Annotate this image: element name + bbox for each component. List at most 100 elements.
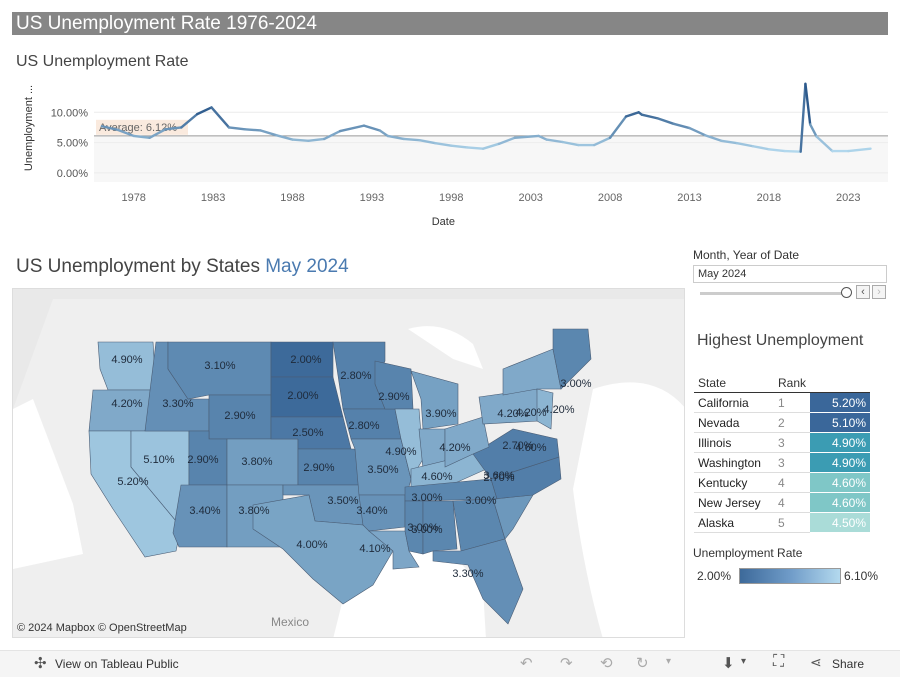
line-segment[interactable] [656,117,675,126]
state-value-label: 4.90% [111,354,142,366]
x-tick-label: 1998 [439,192,463,204]
y-tick-label: 0.00% [57,168,88,180]
state-value-label: 2.00% [287,390,318,402]
line-segment[interactable] [804,82,812,126]
line-segment[interactable] [362,124,382,132]
line-segment[interactable] [196,106,213,116]
ranking-rank: 3 [774,432,811,453]
state-wa[interactable] [97,341,157,391]
line-segment[interactable] [402,137,421,142]
state-value-label: 2.50% [292,427,323,439]
ranking-value: 4.90% [810,432,871,453]
y-tick-label: 10.00% [51,107,89,119]
x-tick-label: 2023 [836,192,860,204]
refresh-icon[interactable]: ↻ [636,654,649,672]
chevron-right-icon[interactable]: › [872,285,886,299]
us-state-map[interactable]: 4.90% 4.20% 5.20% 5.10% 3.30% 3.10% 2.90% 2.90%… [12,288,685,638]
state-value-label: 3.40% [189,505,220,517]
line-segment[interactable] [227,126,247,131]
state-value-label: 5.20% [117,476,148,488]
state-value-label: 4.60% [421,471,452,483]
line-segment[interactable] [624,111,640,118]
line-segment[interactable] [783,149,802,153]
ranking-rank: 5 [774,512,811,533]
line-segment[interactable] [640,113,659,120]
ranking-value: 5.20% [810,392,871,413]
x-tick-label: 2008 [598,192,622,204]
download-icon[interactable]: ⬇ [722,654,735,672]
mexico-label: Mexico [271,615,310,629]
ranking-row[interactable]: New Jersey 4 4.60% [694,492,871,513]
state-value-label: 5.10% [143,454,174,466]
ranking-value: 4.90% [810,452,871,473]
state-value-label: 4.60% [515,442,546,454]
ranking-row[interactable]: Illinois 3 4.90% [694,432,871,453]
line-segment[interactable] [338,124,366,133]
state-value-label: 3.90% [425,408,456,420]
state-value-label: 4.20% [439,442,470,454]
ranking-rank: 3 [774,452,811,473]
state-value-label: 3.30% [162,398,193,410]
line-segment[interactable] [259,129,278,137]
state-value-label: 3.00% [465,495,496,507]
state-value-label: 2.80% [340,370,371,382]
line-segment[interactable] [243,128,262,132]
x-tick-label: 1978 [121,192,145,204]
ranking-rank: 1 [774,392,811,413]
share-button[interactable]: Share [832,657,864,671]
unemployment-line-chart[interactable]: 0.00% 5.00% 10.00% 1978 1983 1988 1993 1998 2003… [12,72,890,232]
x-tick-label: 1983 [201,192,225,204]
date-slider-track[interactable] [700,292,846,295]
ranking-state: Illinois [694,432,774,453]
revert-icon[interactable]: ⟲ [600,654,613,672]
download-dropdown-icon[interactable]: ▾ [741,656,746,667]
state-value-label: 4.20% [543,404,574,416]
line-segment[interactable] [465,146,485,150]
line-segment[interactable] [378,129,389,138]
state-value-label: 3.00% [560,378,591,390]
date-slider-handle[interactable] [841,287,852,298]
line-segment[interactable] [672,122,691,130]
tableau-footer: ✣ View on Tableau Public ↶ ↷ ⟲ ↻ ▾ ⬇ ▾ ⛶… [0,650,900,677]
undo-icon[interactable]: ↶ [520,654,533,672]
ranking-state: Nevada [694,412,774,433]
ranking-value: 5.10% [810,412,871,433]
state-value-label: 4.90% [385,446,416,458]
chevron-left-icon[interactable]: ‹ [856,285,870,299]
ranking-row[interactable]: California 1 5.20% [694,392,871,413]
x-tick-label: 2003 [518,192,542,204]
line-segment[interactable] [210,106,231,129]
ranking-row[interactable]: Nevada 2 5.10% [694,412,871,433]
tableau-logo-icon: ✣ [34,655,47,672]
ranking-state: Washington [694,452,774,473]
map-credits[interactable]: © 2024 Mapbox © OpenStreetMap [17,622,187,634]
line-segment[interactable] [808,123,818,138]
ranking-value: 4.60% [810,472,871,493]
line-segment[interactable] [608,115,628,139]
state-value-label: 3.80% [238,505,269,517]
ranking-value: 4.60% [810,492,871,513]
legend-title: Unemployment Rate [693,546,803,560]
date-filter-dropdown[interactable]: May 2024 [693,265,887,283]
highest-unemployment-title: Highest Unemployment [697,332,864,349]
ranking-row[interactable]: Washington 3 4.90% [694,452,871,473]
ranking-row[interactable]: Kentucky 4 4.60% [694,472,871,493]
share-icon[interactable]: ⋖ [810,654,822,671]
state-value-label: 3.30% [452,568,483,580]
line-segment[interactable] [291,138,310,142]
pause-dropdown-icon[interactable]: ▾ [666,656,671,667]
ranking-state: California [694,392,774,413]
ranking-row[interactable]: Alaska 5 4.50% [694,512,871,533]
redo-icon[interactable]: ↷ [560,654,573,672]
fullscreen-icon[interactable]: ⛶ [773,653,784,671]
line-segment[interactable] [688,126,707,137]
ranking-rank: 4 [774,492,811,513]
ranking-state: New Jersey [694,492,774,513]
map-svg[interactable]: 4.90% 4.20% 5.20% 5.10% 3.30% 3.10% 2.90% 2.90%… [13,289,685,638]
state-value-label: 4.10% [359,543,390,555]
ranking-rank: 2 [774,412,811,433]
ranking-rank: 4 [774,472,811,493]
map-title-month: May 2024 [265,256,349,277]
state-value-label: 2.00% [290,354,321,366]
view-on-tableau-link[interactable]: View on Tableau Public [55,657,179,671]
